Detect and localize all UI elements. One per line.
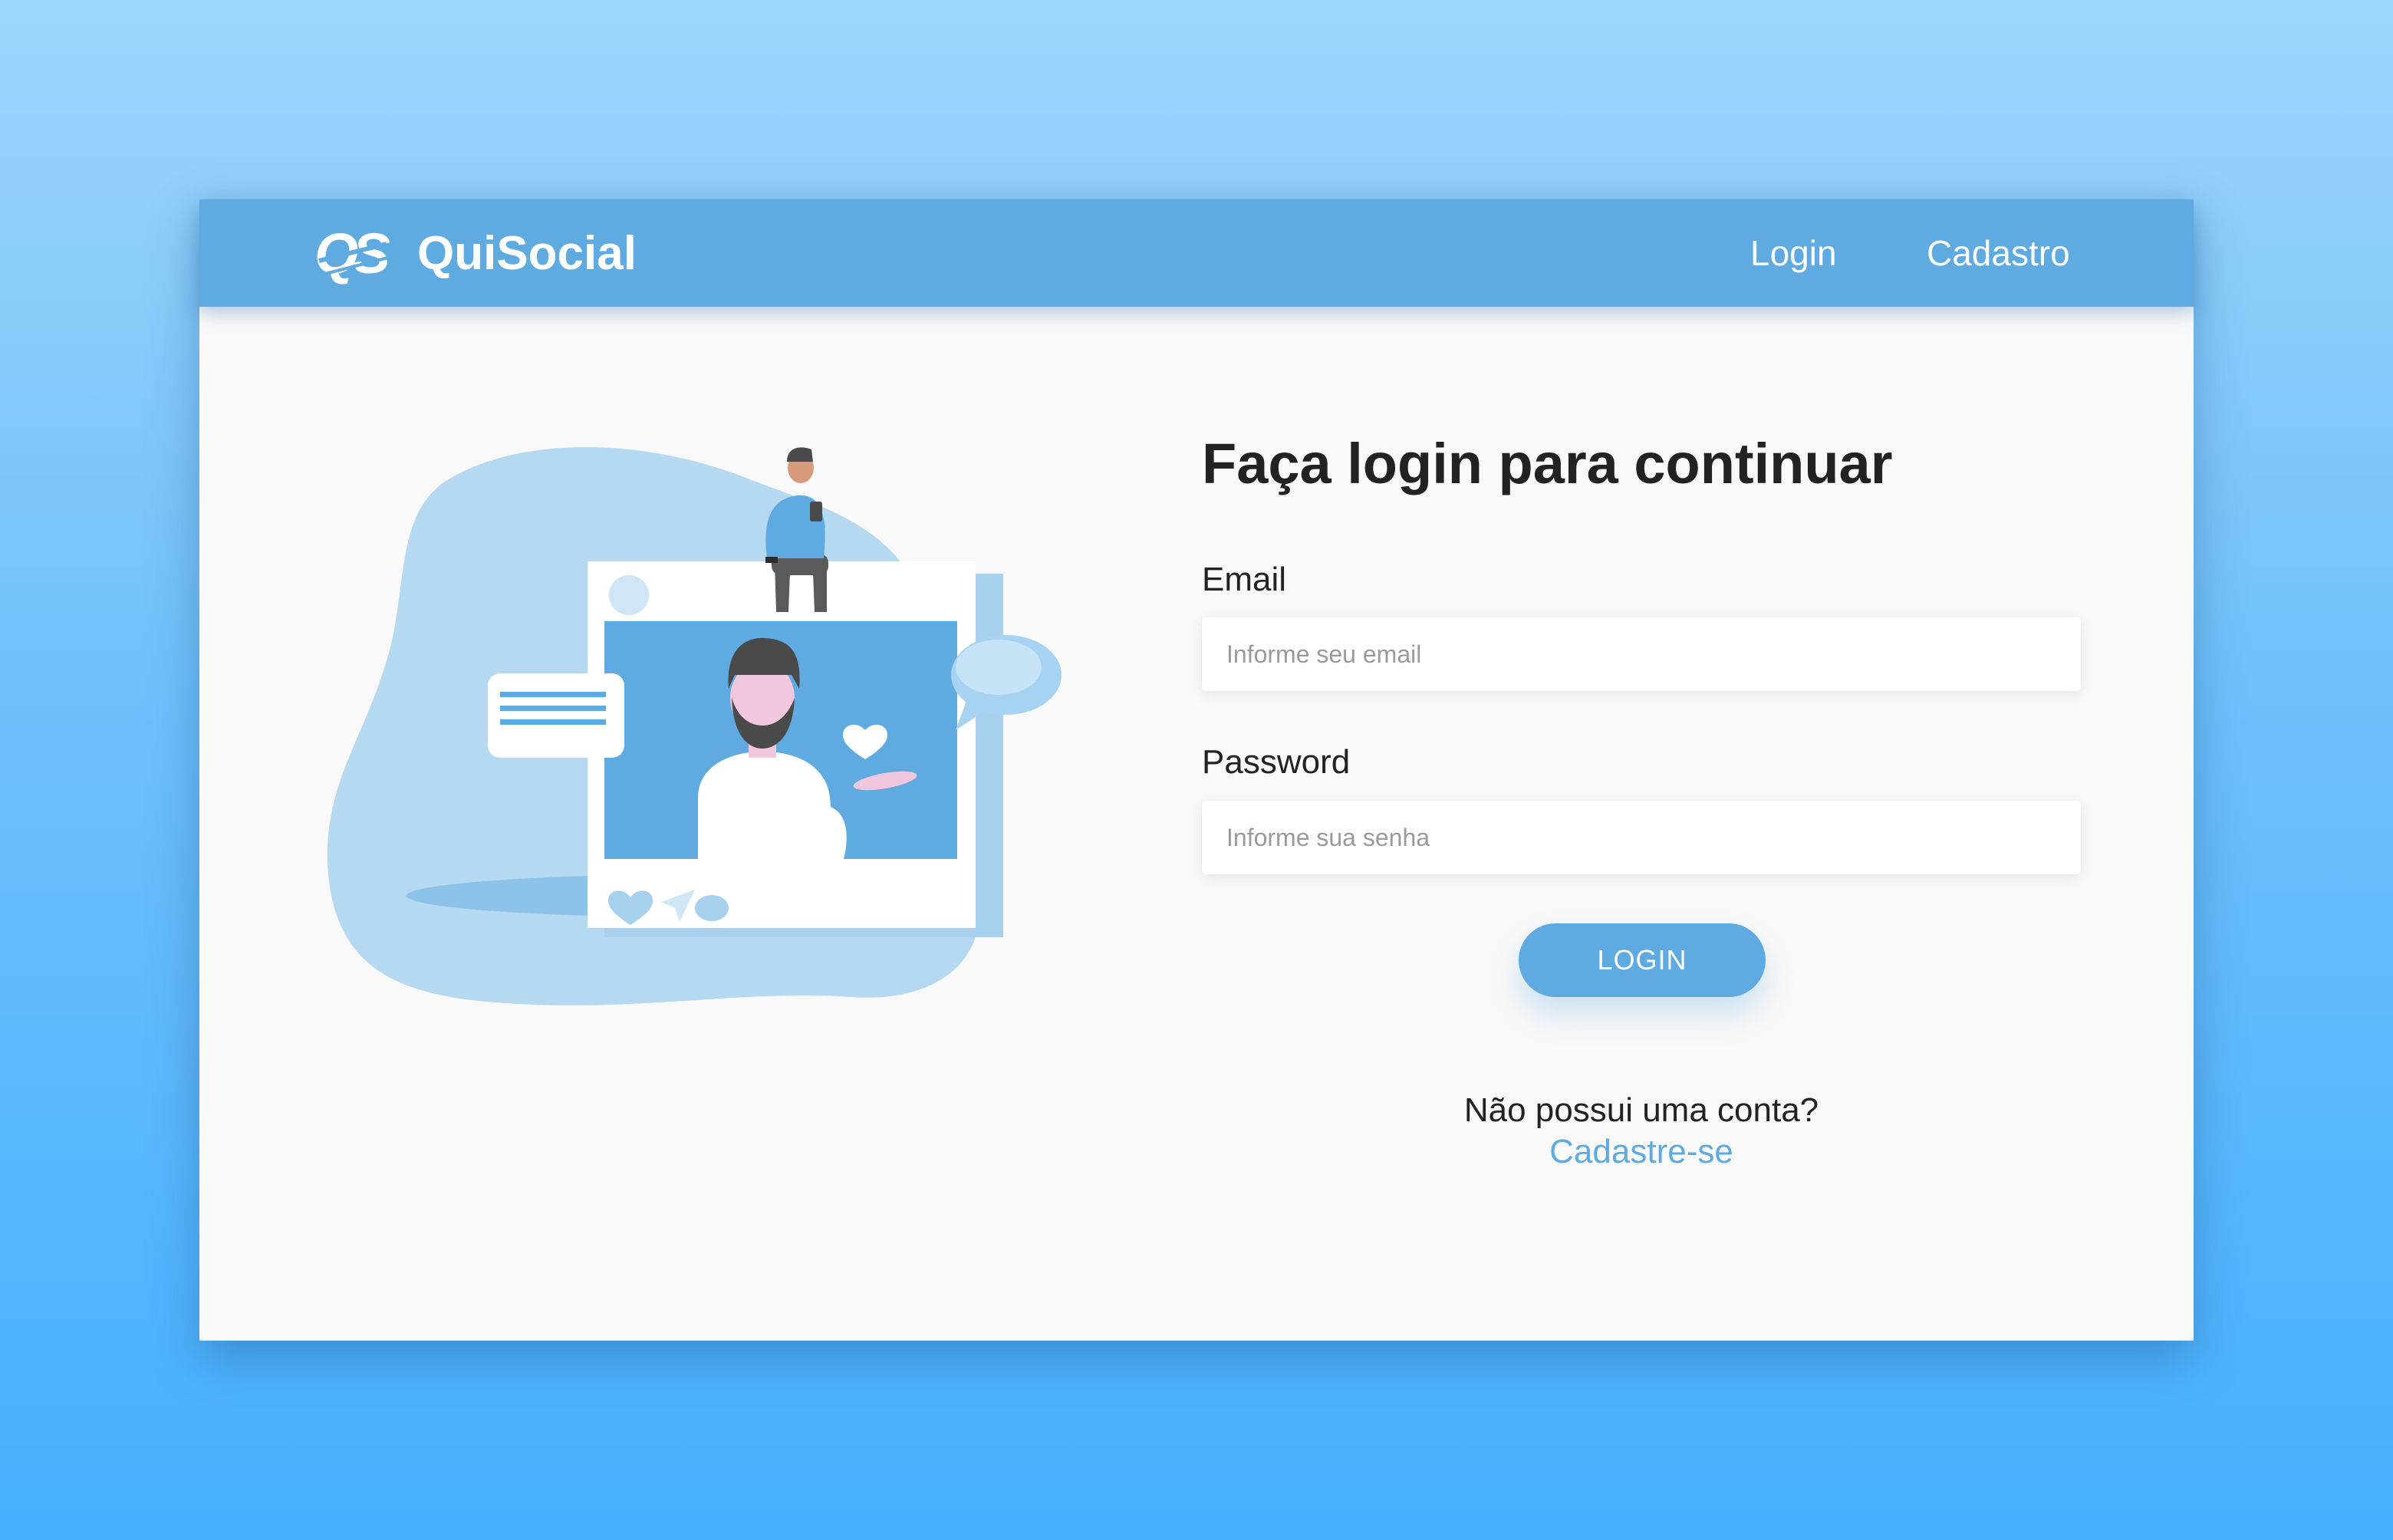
- nav-link-cadastro[interactable]: Cadastro: [1927, 229, 2070, 278]
- app-window: QS QuiSocial Login Cadastro Faça login p…: [199, 199, 2194, 1341]
- email-label: Email: [1202, 561, 1287, 598]
- login-heading: Faça login para continuar: [1202, 432, 1893, 495]
- nav-link-login[interactable]: Login: [1750, 229, 1837, 278]
- avatar-dot: [609, 575, 649, 615]
- message-card-icon: [488, 673, 624, 758]
- password-label: Password: [1202, 743, 1351, 781]
- comment-icon: [695, 895, 729, 921]
- signup-link[interactable]: Cadastre-se: [1427, 1130, 1856, 1173]
- phone-icon: [810, 502, 822, 522]
- email-field[interactable]: [1202, 617, 2081, 691]
- brand-name[interactable]: QuiSocial: [417, 227, 637, 281]
- signup-question: Não possui uma conta?: [1463, 1091, 1819, 1129]
- man-mouth: [753, 713, 772, 719]
- sitting-man-hair: [787, 447, 813, 462]
- social-media-post-illustration: [327, 446, 1062, 1005]
- login-button[interactable]: LOGIN: [1519, 923, 1766, 997]
- navbar: QS QuiSocial Login Cadastro: [199, 199, 2194, 307]
- password-field[interactable]: [1202, 801, 2081, 874]
- quisocial-logo-icon[interactable]: QS: [311, 221, 396, 285]
